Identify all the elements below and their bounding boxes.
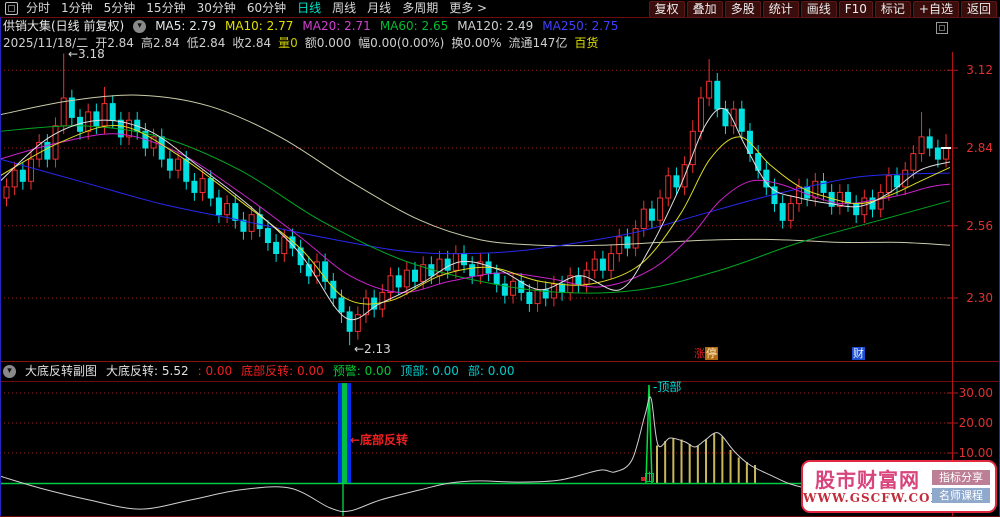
tab-weekly[interactable]: 周线 (332, 0, 356, 17)
svg-text:←2.13: ←2.13 (354, 342, 391, 356)
menu-more[interactable]: 更多 > (449, 0, 487, 17)
badge-teacher-course: 名师课程 (932, 488, 990, 503)
tab-multi-period[interactable]: 多周期 (402, 0, 438, 17)
chevron-down-icon[interactable]: ▾ (133, 20, 147, 33)
menu-bar: 分时 1分钟 5分钟 15分钟 30分钟 60分钟 日线 周线 月线 多周期 更… (0, 0, 1000, 18)
button-mark[interactable]: 标记 (874, 1, 911, 18)
svg-text:30.00: 30.00 (959, 386, 993, 400)
button-stats[interactable]: 统计 (762, 1, 799, 18)
limit-up-flag[interactable]: 涨 停 (694, 347, 718, 360)
quote-row: 2025/11/18/二 开2.84 高2.84 低2.84 收2.84 量0 … (3, 36, 598, 51)
sub-indicator-header: ▾ 大底反转副图 大底反转: 5.52 : 0.00 底部反转: 0.00 预警… (3, 364, 514, 379)
quote-float-shares: 流通147亿 (508, 36, 568, 50)
tab-60min[interactable]: 60分钟 (247, 0, 286, 17)
ma-legend-row: 供销大集(日线 前复权) ▾ MA5: 2.79 MA10: 2.77 MA20… (3, 19, 618, 34)
bottom-reversal-label: ←底部反转 (350, 433, 409, 447)
button-draw-line[interactable]: 画线 (800, 1, 837, 18)
svg-text:20.00: 20.00 (959, 416, 993, 430)
svg-text:3.12: 3.12 (966, 63, 993, 77)
ma10-legend: MA10: 2.77 (224, 19, 294, 33)
watermark-url: WWW.GSCFW.COM (803, 490, 932, 505)
panel-layout-icon[interactable] (936, 22, 948, 34)
watermark-text: 股市财富网 WWW.GSCFW.COM (803, 469, 932, 505)
chart-canvas[interactable]: 3.122.842.562.3030.0020.0010.00←3.18←2.1… (0, 0, 1000, 517)
tab-fenshi[interactable]: 分时 (26, 0, 50, 17)
watermark-badges: 指标分享 名师课程 (932, 470, 990, 503)
watermark-title: 股市财富网 (815, 468, 920, 492)
button-f10[interactable]: F10 (838, 1, 873, 18)
quote-open: 开2.84 (95, 36, 134, 50)
tab-30min[interactable]: 30分钟 (197, 0, 236, 17)
ma250-legend: MA250: 2.75 (542, 19, 619, 33)
svg-text:10.00: 10.00 (959, 446, 993, 460)
sub-indicator-title[interactable]: 大底反转副图 (25, 364, 97, 379)
svg-text:2.30: 2.30 (966, 291, 993, 305)
quote-change: 幅0.00(0.00%) (358, 36, 445, 50)
app-icon[interactable] (5, 2, 18, 15)
ma60-legend: MA60: 2.65 (379, 19, 449, 33)
sub-value-bottom-reversal: 底部反转: 0.00 (241, 364, 324, 378)
period-tabs: 分时 1分钟 5分钟 15分钟 30分钟 60分钟 日线 周线 月线 多周期 更… (26, 0, 487, 17)
sub-value-top: 顶部: 0.00 (400, 364, 459, 378)
button-overlay[interactable]: 叠加 (686, 1, 723, 18)
watermark-box: 股市财富网 WWW.GSCFW.COM 指标分享 名师课程 (801, 460, 997, 513)
ma5-legend: MA5: 2.79 (155, 19, 216, 33)
limit-up-flag-char2: 停 (705, 347, 718, 360)
limit-up-flag-char1: 涨 (694, 347, 705, 360)
sub-value-main: 大底反转: 5.52 (106, 364, 189, 378)
quote-volume: 量0 (278, 36, 298, 50)
tab-monthly[interactable]: 月线 (367, 0, 391, 17)
top-signal-label: -顶部 (653, 380, 682, 394)
quote-industry: 百货 (574, 36, 599, 50)
quote-low: 低2.84 (186, 36, 226, 50)
tab-1min[interactable]: 1分钟 (61, 0, 93, 17)
quote-turnover: 换0.00% (451, 36, 502, 50)
ma120-legend: MA120: 2.49 (457, 19, 534, 33)
tab-daily[interactable]: 日线 (297, 0, 321, 17)
button-add-watchlist[interactable]: +自选 (912, 1, 959, 18)
toolbar-buttons: 复权 叠加 多股 统计 画线 F10 标记 +自选 返回 (648, 1, 997, 18)
finance-report-flag[interactable]: 财 (852, 347, 865, 360)
tab-15min[interactable]: 15分钟 (146, 0, 185, 17)
button-back[interactable]: 返回 (960, 1, 997, 18)
svg-text:2.84: 2.84 (966, 141, 993, 155)
sub-value-bu: 部: 0.00 (467, 364, 515, 378)
chevron-down-icon[interactable]: ▾ (3, 365, 16, 378)
svg-text:2.56: 2.56 (966, 219, 993, 233)
quote-amount: 额0.000 (304, 36, 352, 50)
button-multi-stock[interactable]: 多股 (724, 1, 761, 18)
sub-value-hidden: : 0.00 (197, 364, 233, 378)
quote-date: 2025/11/18/二 (3, 36, 89, 50)
tdx-window: 分时 1分钟 5分钟 15分钟 30分钟 60分钟 日线 周线 月线 多周期 更… (0, 0, 1000, 517)
stock-title: 供销大集(日线 前复权) (3, 19, 125, 33)
badge-indicator-share: 指标分享 (932, 470, 990, 485)
tab-5min[interactable]: 5分钟 (104, 0, 136, 17)
quote-high: 高2.84 (140, 36, 180, 50)
button-fuquan[interactable]: 复权 (648, 1, 685, 18)
quote-close: 收2.84 (232, 36, 272, 50)
sub-value-alert: 预警: 0.00 (332, 364, 392, 378)
ma20-legend: MA20: 2.71 (302, 19, 371, 33)
